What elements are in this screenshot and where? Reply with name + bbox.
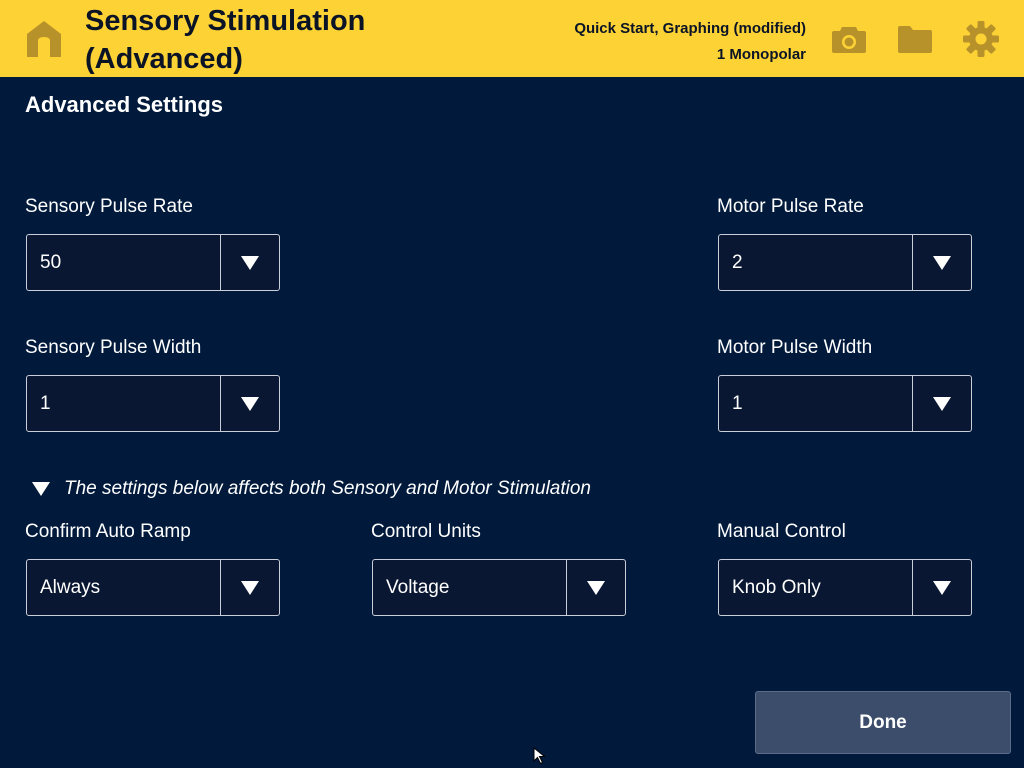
motor-pulse-rate-arrow[interactable] [912, 235, 971, 290]
motor-pulse-width-value: 1 [732, 393, 743, 414]
confirm-auto-ramp-dropdown[interactable]: Always [26, 559, 280, 616]
motor-pulse-rate-value: 2 [732, 252, 743, 273]
session-name: Quick Start, Graphing (modified) [574, 20, 806, 37]
page-title-line2: (Advanced) [85, 43, 243, 75]
motor-pulse-rate-dropdown[interactable]: 2 [718, 234, 972, 291]
sensory-pulse-rate-value: 50 [40, 252, 62, 273]
shared-settings-note-text: The settings below affects both Sensory … [64, 478, 591, 499]
sensory-pulse-rate-arrow[interactable] [220, 235, 279, 290]
camera-button[interactable] [827, 17, 871, 61]
control-units-arrow[interactable] [566, 560, 625, 615]
control-units-label: Control Units [371, 521, 481, 542]
triangle-down-icon [587, 580, 605, 595]
motor-pulse-rate-label: Motor Pulse Rate [717, 196, 864, 217]
triangle-down-icon [933, 396, 951, 411]
triangle-down-icon [933, 580, 951, 595]
folder-button[interactable] [893, 17, 937, 61]
triangle-down-icon [933, 255, 951, 270]
mouse-cursor-icon [533, 747, 546, 765]
sensory-pulse-width-arrow[interactable] [220, 376, 279, 431]
motor-pulse-width-dropdown[interactable]: 1 [718, 375, 972, 432]
sensory-pulse-width-value: 1 [40, 393, 51, 414]
section-title: Advanced Settings [25, 92, 224, 117]
motor-pulse-width-label: Motor Pulse Width [717, 337, 873, 358]
manual-control-arrow[interactable] [912, 560, 971, 615]
page-title: Sensory Stimulation (Advanced) [85, 2, 425, 78]
sensory-pulse-rate-dropdown[interactable]: 50 [26, 234, 280, 291]
sensory-pulse-rate-label: Sensory Pulse Rate [25, 196, 193, 217]
gear-icon [963, 21, 999, 57]
shared-settings-note[interactable]: The settings below affects both Sensory … [32, 478, 591, 500]
manual-control-dropdown[interactable]: Knob Only [718, 559, 972, 616]
done-button[interactable]: Done [755, 691, 1011, 754]
settings-button[interactable] [959, 17, 1003, 61]
sensory-pulse-width-dropdown[interactable]: 1 [26, 375, 280, 432]
control-units-value: Voltage [386, 577, 450, 598]
session-info: Quick Start, Graphing (modified) 1 Monop… [574, 16, 806, 68]
control-units-dropdown[interactable]: Voltage [372, 559, 626, 616]
motor-pulse-width-arrow[interactable] [912, 376, 971, 431]
sensory-pulse-width-label: Sensory Pulse Width [25, 337, 202, 358]
collapse-toggle[interactable] [32, 482, 50, 496]
confirm-auto-ramp-value: Always [40, 577, 101, 598]
manual-control-label: Manual Control [717, 521, 846, 542]
triangle-down-icon [241, 580, 259, 595]
confirm-auto-ramp-label: Confirm Auto Ramp [25, 521, 191, 542]
manual-control-value: Knob Only [732, 577, 821, 598]
home-icon [27, 21, 61, 57]
page-title-line1: Sensory Stimulation [85, 5, 366, 37]
camera-icon [832, 27, 866, 53]
folder-icon [898, 26, 932, 53]
triangle-down-icon [241, 255, 259, 270]
triangle-down-icon [241, 396, 259, 411]
electrode-config: 1 Monopolar [716, 46, 806, 63]
confirm-auto-ramp-arrow[interactable] [220, 560, 279, 615]
app-header: Sensory Stimulation (Advanced) Quick Sta… [0, 0, 1024, 77]
triangle-down-icon [32, 482, 50, 496]
home-button[interactable] [22, 17, 66, 61]
